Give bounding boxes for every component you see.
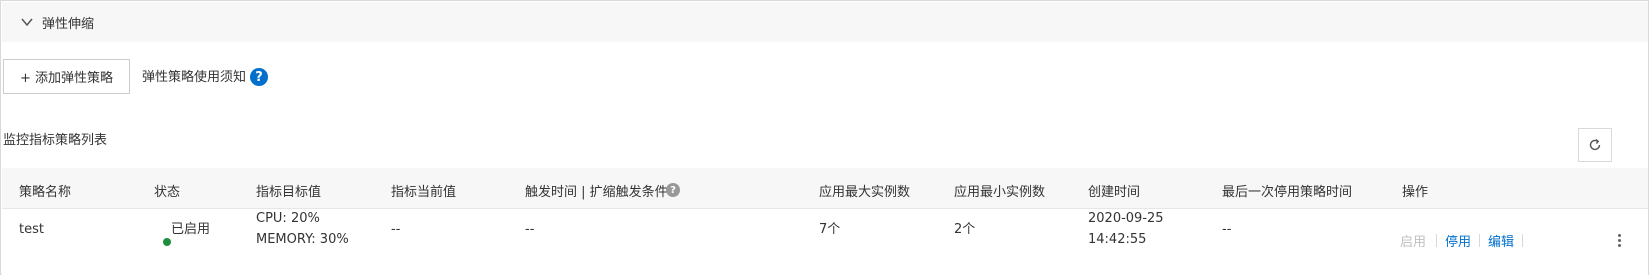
disable-action[interactable]: 停用 bbox=[1445, 231, 1471, 250]
max-instances: 7个 bbox=[819, 222, 841, 237]
more-vertical-icon[interactable] bbox=[1614, 232, 1624, 250]
refresh-button[interactable] bbox=[1578, 128, 1612, 162]
last-disabled-time: -- bbox=[1222, 222, 1232, 237]
created-time: 14:42:55 bbox=[1088, 232, 1147, 247]
col-current-value: 指标当前值 bbox=[391, 185, 457, 200]
col-target-value: 指标目标值 bbox=[256, 185, 322, 200]
target-cpu: CPU: 20% bbox=[256, 211, 320, 226]
target-memory: MEMORY: 30% bbox=[256, 232, 349, 247]
created-date: 2020-09-25 bbox=[1088, 211, 1164, 226]
chevron-down-icon[interactable] bbox=[20, 15, 34, 29]
col-created-time: 创建时间 bbox=[1088, 185, 1141, 200]
refresh-icon bbox=[1589, 139, 1601, 151]
table-header: 策略名称 状态 指标目标值 指标当前值 触发时间 | 扩缩触发条件 ? 应用最大… bbox=[2, 168, 1648, 209]
action-divider bbox=[1479, 234, 1480, 247]
trigger-value: -- bbox=[525, 222, 535, 237]
table-row: test 已启用 CPU: 20% MEMORY: 30% -- -- 7个 2… bbox=[2, 209, 1648, 275]
help-icon[interactable]: ? bbox=[250, 68, 268, 86]
policy-name: test bbox=[19, 222, 44, 237]
enable-action[interactable]: 启用 bbox=[1400, 231, 1426, 250]
section-header[interactable]: 弹性伸缩 bbox=[2, 2, 1648, 42]
col-last-disabled-time: 最后一次停用策略时间 bbox=[1222, 185, 1353, 200]
status-text: 已启用 bbox=[171, 222, 211, 237]
col-actions: 操作 bbox=[1402, 185, 1429, 200]
help-icon[interactable]: ? bbox=[666, 183, 680, 197]
status-dot-icon bbox=[163, 238, 171, 246]
min-instances: 2个 bbox=[954, 222, 976, 237]
add-policy-button[interactable]: + 添加弹性策略 bbox=[3, 59, 130, 94]
col-policy-name: 策略名称 bbox=[19, 185, 72, 200]
edit-action[interactable]: 编辑 bbox=[1488, 231, 1514, 250]
col-status: 状态 bbox=[154, 185, 181, 200]
action-divider bbox=[1436, 234, 1437, 247]
col-trigger: 触发时间 | 扩缩触发条件 bbox=[525, 185, 668, 200]
section-title: 弹性伸缩 bbox=[42, 17, 95, 32]
elastic-scaling-panel: 弹性伸缩 + 添加弹性策略 弹性策略使用须知 ? 监控指标策略列表 策略名称 状… bbox=[0, 0, 1649, 275]
action-divider bbox=[1522, 234, 1523, 247]
col-max-instances: 应用最大实例数 bbox=[819, 185, 911, 200]
col-min-instances: 应用最小实例数 bbox=[954, 185, 1046, 200]
policy-notice-link[interactable]: 弹性策略使用须知 bbox=[142, 66, 246, 85]
current-value: -- bbox=[391, 222, 401, 237]
list-title: 监控指标策略列表 bbox=[3, 133, 108, 148]
